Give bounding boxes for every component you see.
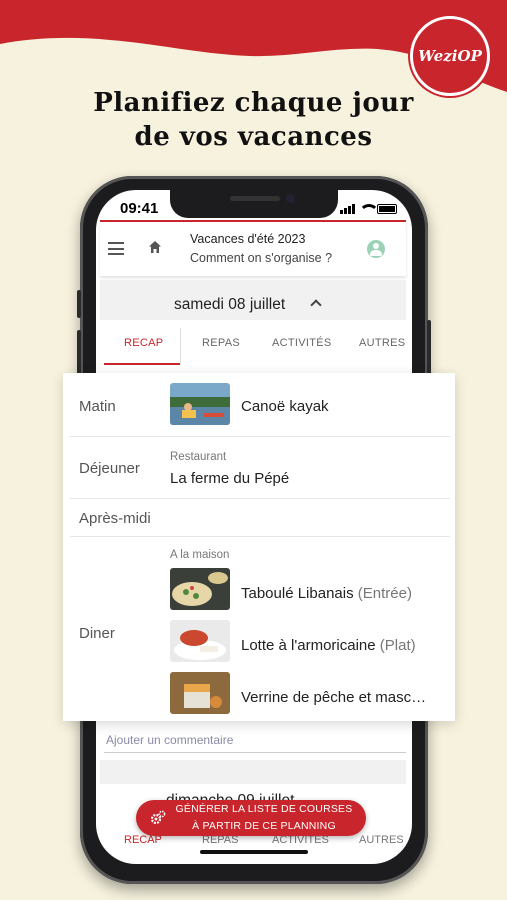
home-icon[interactable] — [148, 240, 162, 254]
dish-taboule[interactable]: Taboulé Libanais (Entrée) — [241, 585, 412, 602]
dejeuner-place: Restaurant — [170, 451, 227, 463]
day-title[interactable]: samedi 08 juillet — [174, 296, 285, 314]
next-day-separator — [100, 760, 406, 784]
headline-line-1: Planifiez chaque jour — [93, 88, 414, 118]
kayak-thumbnail[interactable] — [170, 383, 230, 425]
diner-place: A la maison — [170, 549, 230, 561]
planning-subtitle: Comment on s'organise ? — [190, 251, 333, 265]
phone-side-button — [77, 290, 81, 318]
dish-name: Verrine de pêche et masc… — [241, 689, 427, 706]
phone-notch — [170, 190, 338, 218]
account-icon[interactable] — [367, 240, 385, 258]
taboule-thumbnail[interactable] — [170, 568, 230, 610]
dish-course: (Plat) — [379, 637, 416, 654]
row-label-apres-midi: Après-midi — [79, 510, 151, 527]
menu-icon[interactable] — [108, 242, 124, 255]
row-divider — [70, 536, 450, 537]
activity-canoe-kayak[interactable]: Canoë kayak — [241, 398, 329, 415]
comment-field[interactable]: Ajouter un commentaire — [106, 733, 233, 747]
cta-label-line-2: À PARTIR DE CE PLANNING — [192, 820, 336, 832]
generate-shopping-list-button[interactable]: GÉNÉRER LA LISTE DE COURSES À PARTIR DE … — [136, 800, 366, 836]
row-divider — [70, 498, 450, 499]
brand-logo: WeziOP — [410, 16, 490, 96]
verrine-thumbnail[interactable] — [170, 672, 230, 714]
dish-name: Taboulé Libanais — [241, 585, 354, 602]
app-bar — [100, 222, 406, 276]
headline-line-2: de vos vacances — [134, 122, 373, 152]
brand-logo-text: WeziOP — [418, 47, 482, 65]
row-divider — [70, 436, 450, 437]
signal-icon — [340, 204, 355, 214]
phone-speaker — [230, 196, 280, 201]
battery-icon — [377, 204, 397, 214]
tab-separator — [180, 328, 181, 364]
restaurant-name[interactable]: La ferme du Pépé — [170, 470, 289, 487]
lotte-thumbnail[interactable] — [170, 620, 230, 662]
next-tab-autres[interactable]: AUTRES — [359, 834, 404, 846]
tab-autres[interactable]: AUTRES — [359, 337, 405, 349]
dish-course: (Entrée) — [357, 585, 412, 602]
home-indicator — [200, 850, 308, 854]
tab-activites[interactable]: ACTIVITÉS — [272, 337, 332, 349]
row-label-matin: Matin — [79, 398, 116, 415]
dish-name: Lotte à l'armoricaine — [241, 637, 376, 654]
recap-card — [63, 373, 455, 721]
tab-recap[interactable]: RECAP — [124, 337, 163, 349]
planning-title: Vacances d'été 2023 — [190, 232, 306, 246]
active-tab-indicator — [104, 363, 180, 365]
dish-lotte[interactable]: Lotte à l'armoricaine (Plat) — [241, 637, 416, 654]
comment-underline — [104, 752, 406, 753]
phone-camera — [286, 194, 295, 203]
row-label-diner: Diner — [79, 625, 115, 642]
row-label-dejeuner: Déjeuner — [79, 460, 140, 477]
cta-label-line-1: GÉNÉRER LA LISTE DE COURSES — [175, 803, 353, 815]
phone-side-button — [77, 330, 81, 376]
tab-repas[interactable]: REPAS — [202, 337, 240, 349]
wifi-icon — [359, 204, 379, 214]
status-icons — [340, 204, 397, 214]
dish-verrine[interactable]: Verrine de pêche et masc… — [241, 689, 426, 706]
status-time: 09:41 — [120, 200, 159, 217]
